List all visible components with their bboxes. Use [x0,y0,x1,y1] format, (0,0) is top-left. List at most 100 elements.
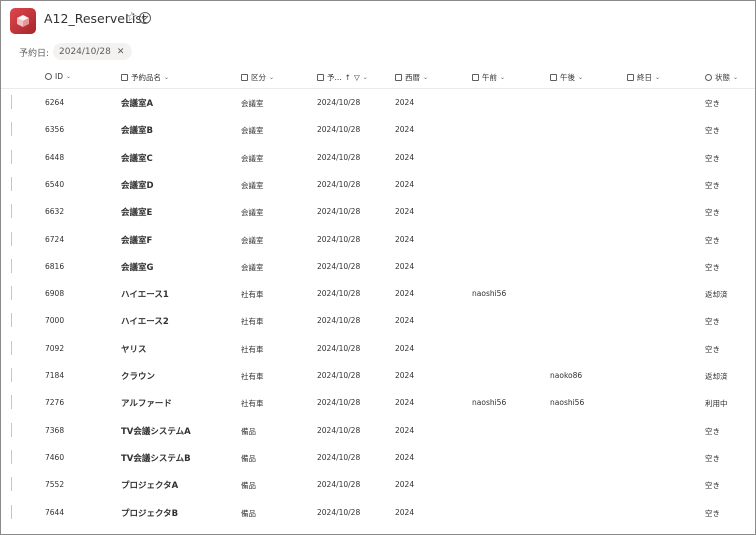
cell-status: 空き [705,153,720,163]
cell-status: 空き [705,99,720,108]
cell-item-name[interactable]: ヤリス [121,343,147,355]
star-icon[interactable]: ☆ [126,11,138,25]
cell-category: 備品 [241,426,256,436]
cell-category: 会議室 [241,180,264,190]
cell-status: 空き [705,481,720,491]
chevron-down-icon: ⌄ [362,74,368,81]
row-select-handle[interactable] [11,286,12,301]
table-row[interactable]: 7184 クラウン 社有車 2024/10/28 2024 naoko86 返却済 [1,362,755,389]
cell-item-name[interactable]: 会議室E [121,206,152,218]
list-app-icon[interactable] [10,8,36,34]
cell-item-name[interactable]: ハイエース1 [121,288,169,300]
row-select-handle[interactable] [11,149,12,164]
row-select-handle[interactable] [11,395,12,410]
cell-status: 返却済 [705,372,728,381]
row-select-handle[interactable] [11,176,12,191]
cell-year: 2024 [395,398,415,408]
table-row[interactable]: 7092 ヤリス 社有車 2024/10/28 2024 空き [1,335,755,362]
column-header-pm[interactable]: 午後 ⌄ [550,72,583,83]
row-select-handle[interactable] [11,449,12,464]
table-row[interactable]: 7644 プロジェクタB 備品 2024/10/28 2024 空き [1,499,755,526]
row-select-handle[interactable] [11,231,12,246]
cell-item-name[interactable]: アルファード [121,397,172,409]
check-circle-icon[interactable] [139,12,151,24]
table-row[interactable]: 6724 会議室F 会議室 2024/10/28 2024 空き [1,226,755,253]
cell-id: 7368 [45,425,65,435]
cell-category: 社有車 [241,399,264,409]
cell-status: 空き [705,453,720,463]
table-row[interactable]: 6264 会議室A 会議室 2024/10/28 2024 空き [1,89,755,116]
cell-id: 7276 [45,398,65,408]
row-select-handle[interactable] [11,122,12,137]
row-select-handle[interactable] [11,204,12,219]
row-select-handle[interactable] [11,95,12,109]
cell-id: 6540 [45,179,65,189]
table-row[interactable]: 6632 会議室E 会議室 2024/10/28 2024 空き [1,198,755,225]
cell-date: 2024/10/28 [317,261,361,271]
table-row[interactable]: 7368 TV会議システムA 備品 2024/10/28 2024 空き [1,417,755,444]
row-select-handle[interactable] [11,422,12,437]
cell-status: 返却済 [705,290,728,300]
cell-item-name[interactable]: 会議室D [121,179,154,191]
chevron-down-icon: ⌄ [500,74,506,81]
cell-item-name[interactable]: 会議室F [121,234,152,246]
row-select-handle[interactable] [11,504,12,519]
filter-value: 2024/10/28 [59,46,111,57]
table-row[interactable]: 6448 会議室C 会議室 2024/10/28 2024 空き [1,144,755,171]
cell-item-name[interactable]: ハイエース2 [121,315,169,327]
cell-item-name[interactable]: プロジェクタB [121,507,178,519]
cell-id: 6632 [45,207,65,217]
cell-status: 空き [705,262,720,272]
column-header-am[interactable]: 午前 ⌄ [472,72,505,83]
column-header-item-name[interactable]: 予約品名 ⌄ [121,72,169,83]
table-row[interactable]: 7460 TV会議システムB 備品 2024/10/28 2024 空き [1,444,755,471]
column-header-year[interactable]: 西暦 ⌄ [395,72,428,83]
cell-item-name[interactable]: クラウン [121,370,155,382]
column-header-status[interactable]: 状態 ⌄ [705,72,738,83]
cell-date: 2024/10/28 [317,507,361,517]
cell-item-name[interactable]: 会議室B [121,124,153,136]
column-header-id[interactable]: ID ⌄ [45,72,71,81]
table-row[interactable]: 7000 ハイエース2 社有車 2024/10/28 2024 空き [1,307,755,334]
row-select-handle[interactable] [11,258,12,273]
column-header-date[interactable]: 予... ↑ ▽ ⌄ [317,72,368,83]
cell-category: 備品 [241,508,256,518]
chevron-down-icon: ⌄ [655,74,661,81]
cell-item-name[interactable]: 会議室C [121,152,153,164]
row-select-handle[interactable] [11,368,12,382]
text-icon [627,74,634,81]
cell-year: 2024 [395,207,415,217]
table-row[interactable]: 6540 会議室D 会議室 2024/10/28 2024 空き [1,171,755,198]
cell-status: 空き [705,126,720,136]
cell-item-name[interactable]: 会議室G [121,261,153,273]
cell-date: 2024/10/28 [317,152,361,162]
cell-item-name[interactable]: TV会議システムA [121,425,191,437]
column-header-category[interactable]: 区分 ⌄ [241,72,274,83]
table-row[interactable]: 7276 アルファード 社有車 2024/10/28 2024 naoshi56 naosh… [1,389,755,416]
row-select-handle[interactable] [11,340,12,355]
cell-date: 2024/10/28 [317,343,361,353]
table-row[interactable]: 6908 ハイエース1 社有車 2024/10/28 2024 naoshi56 返却済 [1,280,755,307]
cell-item-name[interactable]: TV会議システムB [121,452,191,464]
row-select-handle[interactable] [11,477,12,492]
cell-date: 2024/10/28 [317,98,361,107]
cell-am: naoshi56 [472,398,507,408]
row-select-handle[interactable] [11,313,12,328]
close-icon[interactable]: ✕ [117,47,125,57]
table-row[interactable]: 6356 会議室B 会議室 2024/10/28 2024 空き [1,116,755,143]
list-header: A12_ReserveList ☆ [1,1,755,37]
cell-status: 空き [705,508,720,518]
cell-date: 2024/10/28 [317,425,361,435]
cell-year: 2024 [395,234,415,244]
cell-item-name[interactable]: プロジェクタA [121,479,178,491]
cell-category: 社有車 [241,344,264,354]
column-header-label: 終日 [637,73,652,82]
chevron-down-icon: ⌄ [733,74,739,81]
text-icon [395,74,402,81]
filter-pill[interactable]: 2024/10/28 ✕ [53,43,133,60]
column-header-allday[interactable]: 終日 ⌄ [627,72,660,83]
table-row[interactable]: 7552 プロジェクタA 備品 2024/10/28 2024 空き [1,471,755,498]
table-row[interactable]: 6816 会議室G 会議室 2024/10/28 2024 空き [1,253,755,280]
cell-id: 6448 [45,152,65,162]
cell-item-name[interactable]: 会議室A [121,97,153,109]
